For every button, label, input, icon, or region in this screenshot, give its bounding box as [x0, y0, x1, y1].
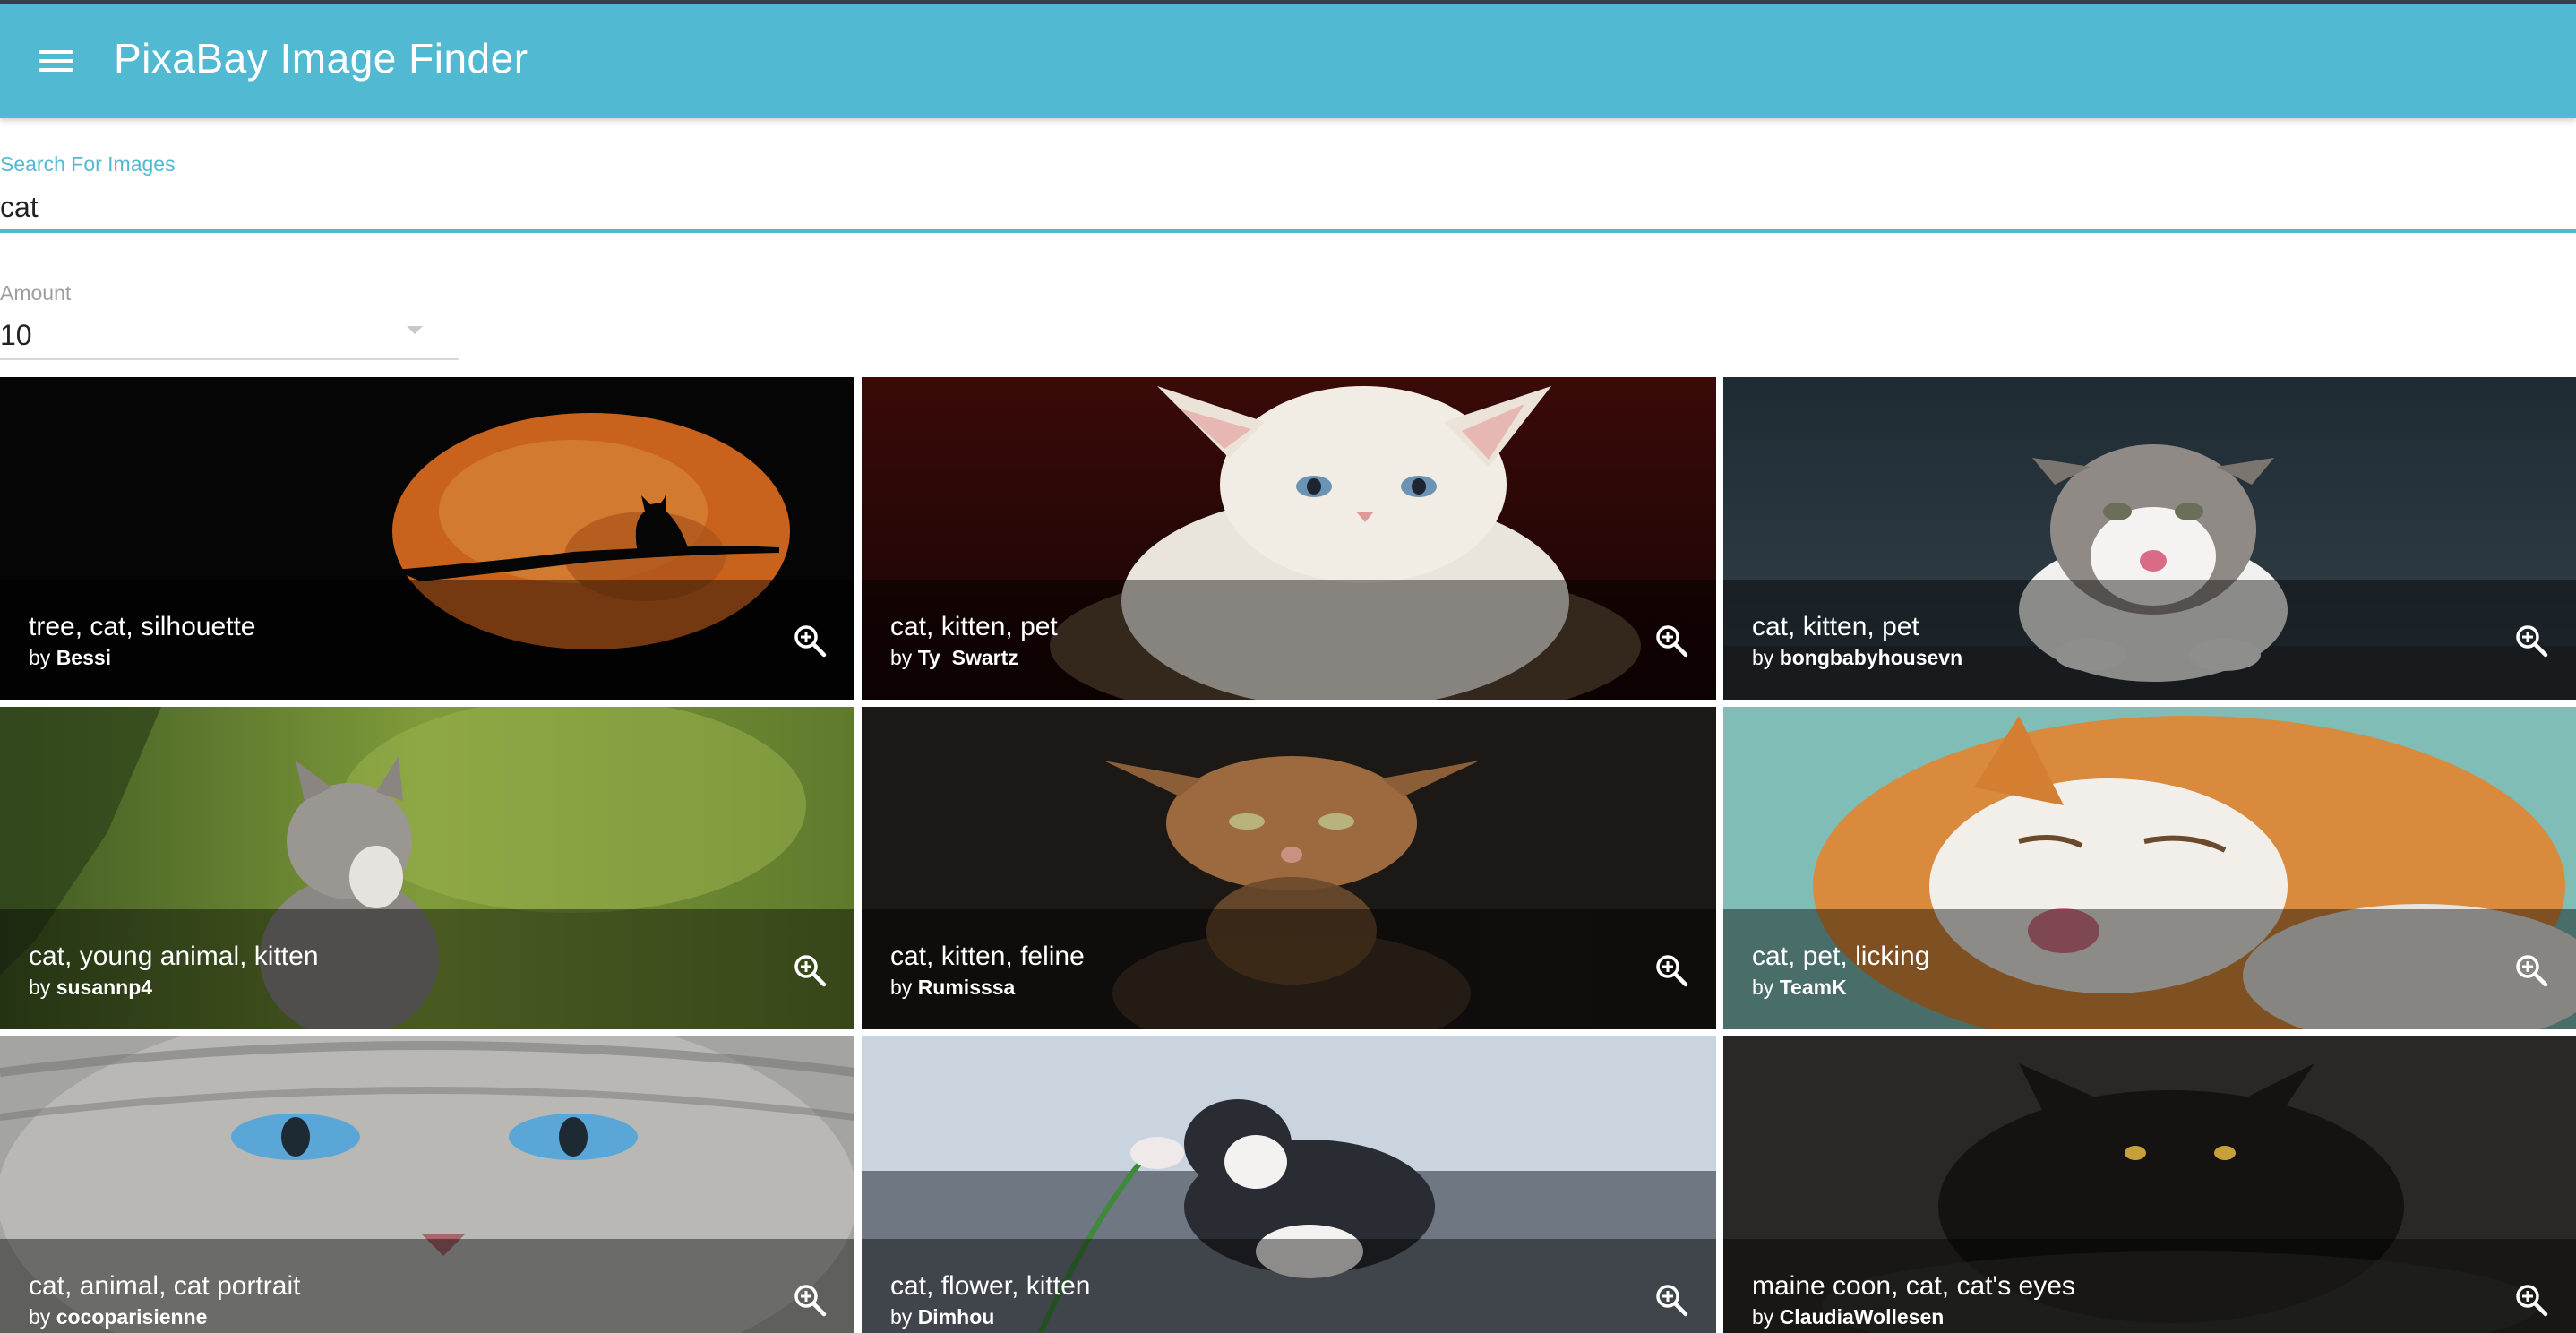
image-tile[interactable]: cat, pet, licking by TeamK [1723, 707, 2576, 1029]
image-author: by Rumisssa [890, 976, 1016, 999]
image-tags: tree, cat, silhouette [29, 612, 256, 641]
image-tile[interactable]: cat, kitten, feline by Rumisssa [862, 707, 1716, 1029]
zoom-in-icon[interactable] [792, 1282, 828, 1318]
zoom-in-icon[interactable] [1653, 1282, 1689, 1318]
zoom-in-icon[interactable] [2513, 952, 2549, 988]
zoom-in-icon[interactable] [792, 623, 828, 658]
image-tile[interactable]: cat, kitten, pet by bongbabyhousevn [1723, 377, 2576, 700]
image-tags: cat, flower, kitten [890, 1271, 1091, 1301]
image-tile[interactable]: maine coon, cat, cat's eyes by ClaudiaWo… [1723, 1036, 2576, 1333]
image-author: by cocoparisienne [29, 1305, 208, 1329]
image-tags: cat, pet, licking [1752, 942, 1930, 971]
image-tile[interactable]: cat, kitten, pet by Ty_Swartz [862, 377, 1716, 700]
image-tags: cat, kitten, pet [890, 612, 1058, 641]
image-tile[interactable]: tree, cat, silhouette by Bessi [0, 377, 854, 700]
image-tags: maine coon, cat, cat's eyes [1752, 1271, 2075, 1301]
app-bar: PixaBay Image Finder [0, 4, 2576, 118]
zoom-in-icon[interactable] [2513, 623, 2549, 658]
zoom-in-icon[interactable] [2513, 1282, 2549, 1318]
dropdown-arrow-icon [407, 326, 423, 334]
image-author: by TeamK [1752, 976, 1847, 999]
search-input[interactable] [0, 183, 2576, 231]
amount-value: 10 [0, 319, 32, 351]
amount-underline [0, 358, 459, 360]
image-author: by bongbabyhousevn [1752, 646, 1963, 669]
image-author: by Ty_Swartz [890, 646, 1018, 669]
image-grid: tree, cat, silhouette by Bessi cat, kitt… [0, 377, 2576, 1333]
zoom-in-icon[interactable] [1653, 623, 1689, 658]
image-tile[interactable]: cat, animal, cat portrait by cocoparisie… [0, 1036, 854, 1333]
app-title: PixaBay Image Finder [114, 35, 528, 82]
amount-select[interactable]: 10 [0, 310, 459, 360]
image-tags: cat, kitten, pet [1752, 612, 1919, 641]
image-author: by ClaudiaWollesen [1752, 1305, 1945, 1329]
image-author: by Bessi [29, 646, 112, 669]
image-author: by Dimhou [890, 1305, 995, 1329]
image-author: by susannp4 [29, 976, 153, 999]
zoom-in-icon[interactable] [1653, 952, 1689, 988]
search-underline [0, 229, 2576, 233]
image-tags: cat, young animal, kitten [29, 942, 319, 971]
search-label: Search For Images [0, 152, 176, 176]
image-tags: cat, animal, cat portrait [29, 1271, 301, 1301]
amount-label: Amount [0, 281, 72, 305]
image-tile[interactable]: cat, young animal, kitten by susannp4 [0, 707, 854, 1029]
zoom-in-icon[interactable] [792, 952, 828, 988]
image-tags: cat, kitten, feline [890, 942, 1085, 971]
image-tile[interactable]: cat, flower, kitten by Dimhou [862, 1036, 1716, 1333]
menu-icon[interactable] [39, 47, 73, 74]
